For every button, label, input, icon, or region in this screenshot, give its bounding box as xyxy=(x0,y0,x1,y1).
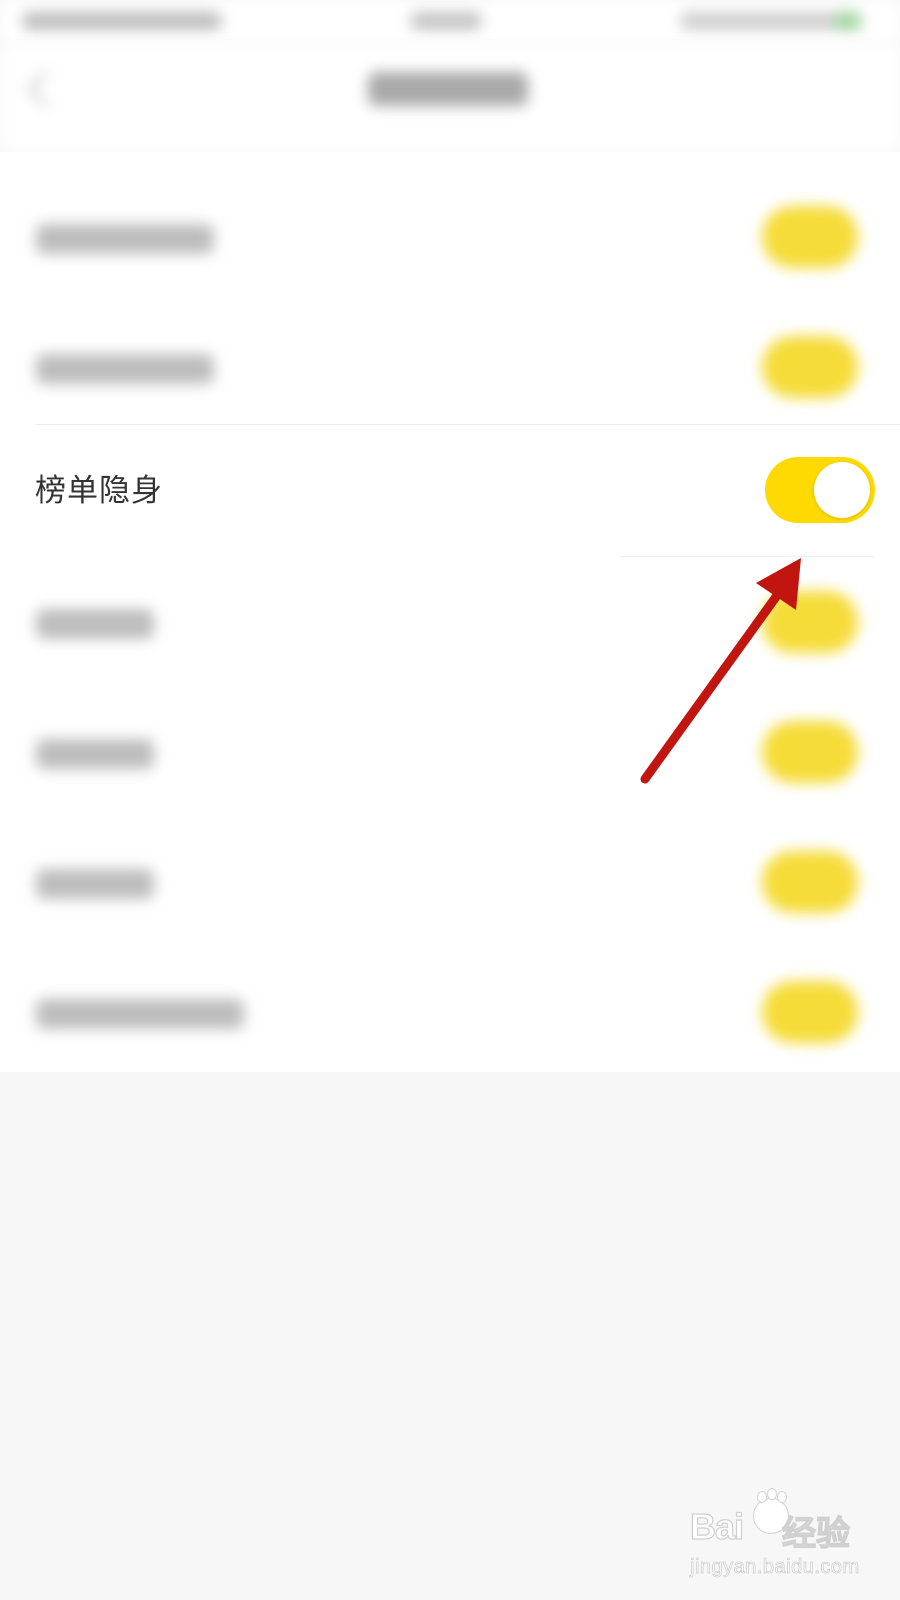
watermark-url: jingyan.baidu.com xyxy=(690,1556,860,1579)
settings-row[interactable] xyxy=(0,162,900,292)
settings-row[interactable] xyxy=(0,807,900,937)
status-time xyxy=(410,12,482,30)
settings-row-label xyxy=(36,999,244,1029)
leaderboard-invisible-label: 榜单隐身 xyxy=(35,473,163,509)
settings-row[interactable] xyxy=(0,292,900,422)
page-title xyxy=(368,72,528,106)
nav-header xyxy=(0,44,900,152)
paw-toe xyxy=(767,1488,777,1500)
watermark-logo: Bai xyxy=(689,1505,744,1547)
carrier-info xyxy=(22,12,222,30)
back-chevron-icon[interactable] xyxy=(26,70,64,108)
settings-row-label xyxy=(36,869,154,899)
status-indicators xyxy=(680,12,860,30)
settings-row-label xyxy=(36,354,214,384)
row-divider xyxy=(620,556,875,557)
watermark: Bai 经验 jingyan.baidu.com xyxy=(689,1488,870,1588)
settings-row[interactable] xyxy=(0,547,900,677)
battery-icon xyxy=(835,12,861,30)
settings-toggle[interactable] xyxy=(762,336,858,398)
leaderboard-invisible-toggle[interactable] xyxy=(765,457,875,523)
settings-toggle[interactable] xyxy=(762,591,858,653)
settings-toggle[interactable] xyxy=(762,721,858,783)
settings-list xyxy=(0,152,900,1072)
settings-toggle[interactable] xyxy=(762,981,858,1043)
settings-row-label xyxy=(36,739,154,769)
status-bar xyxy=(0,0,900,44)
settings-toggle[interactable] xyxy=(762,206,858,268)
settings-row-leaderboard-invisible[interactable]: 榜单隐身 xyxy=(0,425,900,555)
watermark-logo-suffix: 经验 xyxy=(781,1513,850,1554)
settings-row[interactable] xyxy=(0,937,900,1067)
paw-toe xyxy=(757,1491,767,1503)
paw-toe xyxy=(777,1491,787,1503)
settings-row-label xyxy=(36,224,214,254)
settings-row[interactable] xyxy=(0,677,900,807)
settings-row-label xyxy=(36,609,154,639)
settings-toggle[interactable] xyxy=(762,851,858,913)
toggle-knob xyxy=(814,462,870,518)
app-screen: 榜单隐身 Bai 经验 jingyan.baidu.com xyxy=(0,0,900,1600)
